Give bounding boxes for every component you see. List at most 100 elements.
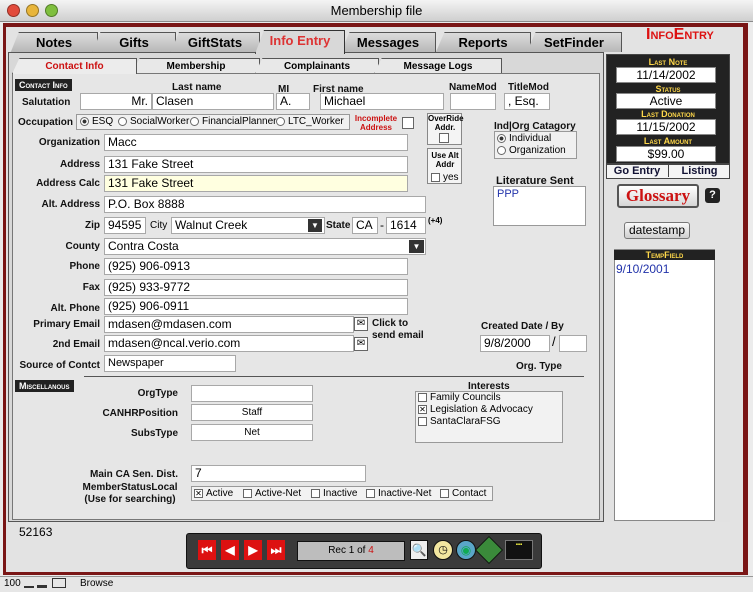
section-header-miscellaneous: Miscellanous (15, 380, 74, 392)
occupation-option-ltc-worker[interactable]: LTC_Worker (276, 116, 344, 127)
salutation-field[interactable]: Mr. (80, 93, 152, 110)
second-email-field[interactable]: mdasen@ncal.verio.com (104, 335, 354, 352)
fax-label: Fax (82, 282, 100, 293)
occupation-option-financialplanner[interactable]: FinancialPlanner (190, 116, 277, 127)
occupation-option-esq[interactable]: ESQ (80, 116, 113, 127)
checkbox-checked-icon: ✕ (194, 488, 203, 498)
plus4-label: (+4) (428, 216, 443, 225)
tab-setfinder[interactable]: SetFinder (526, 32, 622, 54)
zip-field[interactable]: 94595 (104, 217, 146, 234)
status-area-toggle-icon[interactable] (52, 578, 66, 588)
created-by-field[interactable] (559, 335, 587, 352)
address-calc-field: 131 Fake Street (104, 175, 408, 192)
clock-icon[interactable]: ◷ (433, 540, 453, 560)
send-email-icon[interactable]: ✉ (354, 337, 368, 351)
second-email-label: 2nd Email (52, 339, 100, 350)
misc-substype-field[interactable]: Net (191, 424, 313, 441)
checkbox-icon (418, 416, 427, 426)
misc-canhr-label: CANHRPosition (102, 408, 178, 419)
literature-sent-field[interactable]: PPP (493, 186, 586, 226)
opener-icon[interactable]: ▪▪▪ (505, 540, 533, 560)
tempfield-box (614, 249, 715, 521)
last-name-field[interactable]: Clasen (152, 93, 274, 110)
override-addr-checkbox[interactable] (439, 133, 449, 143)
tab-messages[interactable]: Messages (340, 32, 436, 54)
subtab-contact-info[interactable]: Contact Info (12, 58, 137, 74)
interest-santaclarafsg[interactable]: SantaClaraFSG (418, 416, 501, 427)
find-icon[interactable]: 🔍 (410, 540, 428, 560)
brand-logo: InfoEntry (646, 26, 714, 43)
phone-field[interactable]: (925) 906-0913 (104, 258, 408, 275)
member-status-active-net[interactable]: Active-Net (243, 488, 301, 499)
tab-reports[interactable]: Reports (435, 32, 531, 54)
listing-button[interactable]: Listing (668, 165, 730, 177)
checkbox-icon (418, 392, 427, 402)
first-name-field[interactable]: Michael (320, 93, 444, 110)
last-record-icon[interactable]: ⏭ (267, 540, 285, 560)
checkbox-icon (431, 172, 440, 182)
tempfield-value[interactable]: 9/10/2001 (616, 262, 669, 276)
glossary-button[interactable]: Glossary (617, 184, 699, 208)
alt-address-field[interactable]: P.O. Box 8888 (104, 196, 426, 213)
member-status-contact[interactable]: Contact (440, 488, 486, 499)
misc-canhr-field[interactable]: Staff (191, 404, 313, 421)
address-field[interactable]: 131 Fake Street (104, 156, 408, 173)
salutation-label: Salutation (22, 97, 71, 108)
name-mod-field[interactable] (450, 93, 496, 110)
city-field[interactable]: Walnut Creek (171, 217, 325, 234)
help-icon[interactable]: ? (705, 188, 720, 203)
state-field[interactable]: CA (352, 217, 378, 234)
misc-orgtype-field[interactable] (191, 385, 313, 402)
checkbox-icon (243, 488, 252, 498)
member-status-inactive-net[interactable]: Inactive-Net (366, 488, 431, 499)
subtab-complainants[interactable]: Complainants (255, 58, 379, 74)
datestamp-button[interactable]: datestamp (624, 222, 690, 239)
go-entry-button[interactable]: Go Entry (606, 165, 668, 177)
organization-field[interactable]: Macc (104, 134, 408, 151)
first-record-icon[interactable]: ⏮ (198, 540, 216, 560)
county-dropdown-icon[interactable]: ▼ (409, 240, 424, 253)
use-alt-addr-yes-checkbox[interactable]: yes (431, 172, 459, 183)
radio-icon (118, 116, 127, 126)
subtab-message-logs[interactable]: Message Logs (374, 58, 502, 74)
zip4-field[interactable]: 1614 (386, 217, 426, 234)
tab-gifts[interactable]: Gifts (92, 32, 176, 54)
interest-legislation-advocacy[interactable]: ✕ Legislation & Advocacy (418, 404, 533, 415)
ind-org-option-individual[interactable]: Individual (497, 133, 551, 144)
tab-notes[interactable]: Notes (10, 32, 98, 54)
source-field[interactable]: Newspaper (104, 355, 236, 372)
alt-phone-field[interactable]: (925) 906-0911 (104, 298, 408, 315)
record-counter: Rec 1 of 4 (297, 541, 405, 561)
mi-field[interactable]: A. (276, 93, 310, 110)
click-to-send-label: Click to send email (372, 318, 424, 341)
zoom-out-icon[interactable] (24, 580, 34, 588)
fax-field[interactable]: (925) 933-9772 (104, 279, 408, 296)
interest-family-councils[interactable]: Family Councils (418, 392, 501, 403)
city-dropdown-icon[interactable]: ▼ (308, 219, 322, 232)
zip-separator: - (380, 218, 384, 232)
ind-org-option-organization[interactable]: Organization (497, 145, 566, 156)
next-record-icon[interactable]: ▶ (244, 540, 262, 560)
send-email-icon[interactable]: ✉ (354, 317, 368, 331)
title-mod-label: TitleMod (508, 82, 549, 93)
main-ca-sen-field[interactable]: 7 (191, 465, 366, 482)
primary-email-field[interactable]: mdasen@mdasen.com (104, 316, 354, 333)
created-date-field[interactable]: 9/8/2000 (480, 335, 550, 352)
member-status-active[interactable]: ✕ Active (194, 488, 233, 499)
mode-label: Browse (80, 578, 114, 589)
county-field[interactable]: Contra Costa (104, 238, 426, 255)
tab-info-entry[interactable]: Info Entry (255, 30, 345, 54)
previous-record-icon[interactable]: ◀ (221, 540, 239, 560)
member-status-inactive[interactable]: Inactive (311, 488, 357, 499)
use-alt-addr-label: Use Alt Addr (431, 151, 459, 169)
organization-label: Organization (38, 137, 100, 148)
subtab-membership[interactable]: Membership (132, 58, 260, 74)
title-mod-field[interactable]: , Esq. (504, 93, 550, 110)
occupation-option-socialworker[interactable]: SocialWorker (118, 116, 189, 127)
incomplete-address-checkbox[interactable] (402, 117, 414, 129)
tab-giftstats[interactable]: GiftStats (170, 32, 260, 54)
globe-icon[interactable]: ◉ (456, 540, 476, 560)
zoom-level[interactable]: 100 (4, 578, 21, 589)
zoom-in-icon[interactable] (37, 578, 47, 588)
radio-icon (276, 116, 285, 126)
